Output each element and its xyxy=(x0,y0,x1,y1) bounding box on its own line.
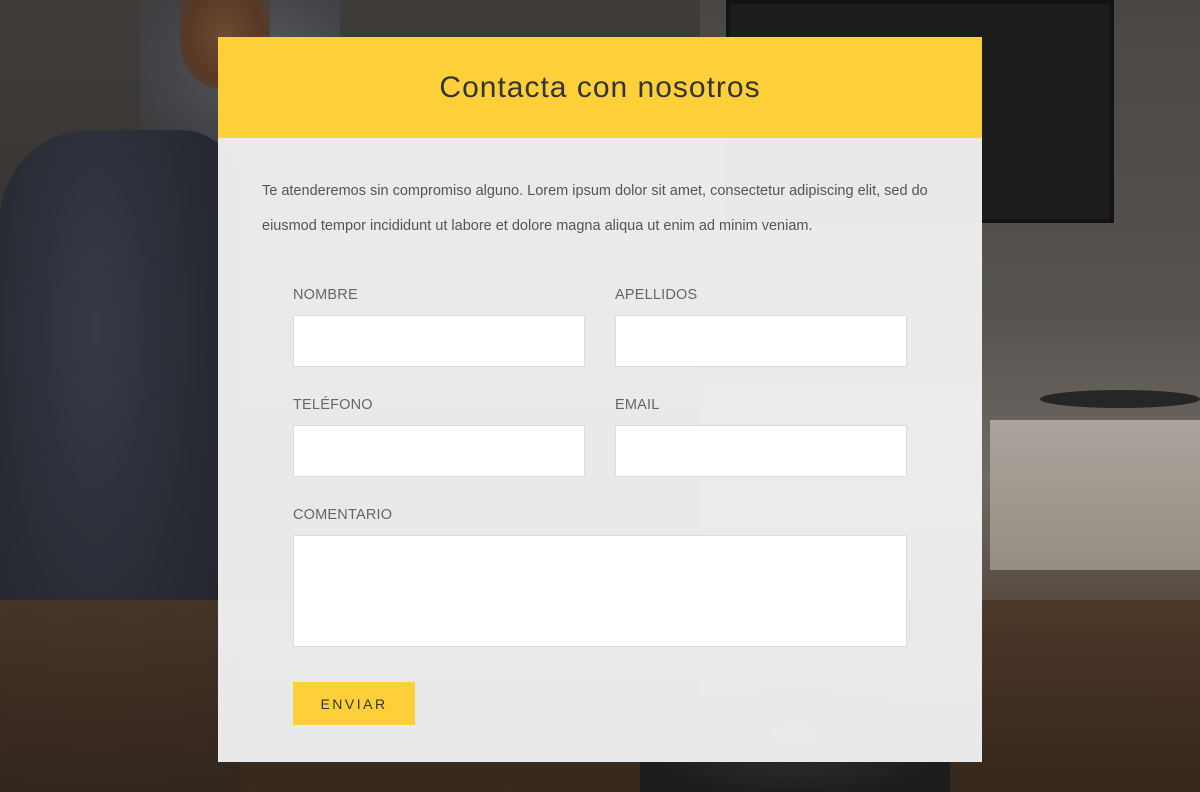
comentario-label: COMENTARIO xyxy=(293,507,393,523)
comentario-textarea[interactable] xyxy=(293,535,907,647)
nombre-input[interactable] xyxy=(293,315,585,367)
contact-form-card: Contacta con nosotros Te atenderemos sin… xyxy=(218,37,982,762)
telefono-label: TELÉFONO xyxy=(293,397,373,413)
apellidos-label: APELLIDOS xyxy=(615,287,698,303)
contact-form-intro: Te atenderemos sin compromiso alguno. Lo… xyxy=(262,183,928,234)
apellidos-input[interactable] xyxy=(615,315,907,367)
email-label: EMAIL xyxy=(615,397,660,413)
submit-button[interactable]: ENVIAR xyxy=(293,682,415,725)
contact-form-title: Contacta con nosotros xyxy=(439,70,761,104)
contact-form-header: Contacta con nosotros xyxy=(218,37,982,138)
email-input[interactable] xyxy=(615,425,907,477)
telefono-input[interactable] xyxy=(293,425,585,477)
nombre-label: NOMBRE xyxy=(293,287,358,303)
